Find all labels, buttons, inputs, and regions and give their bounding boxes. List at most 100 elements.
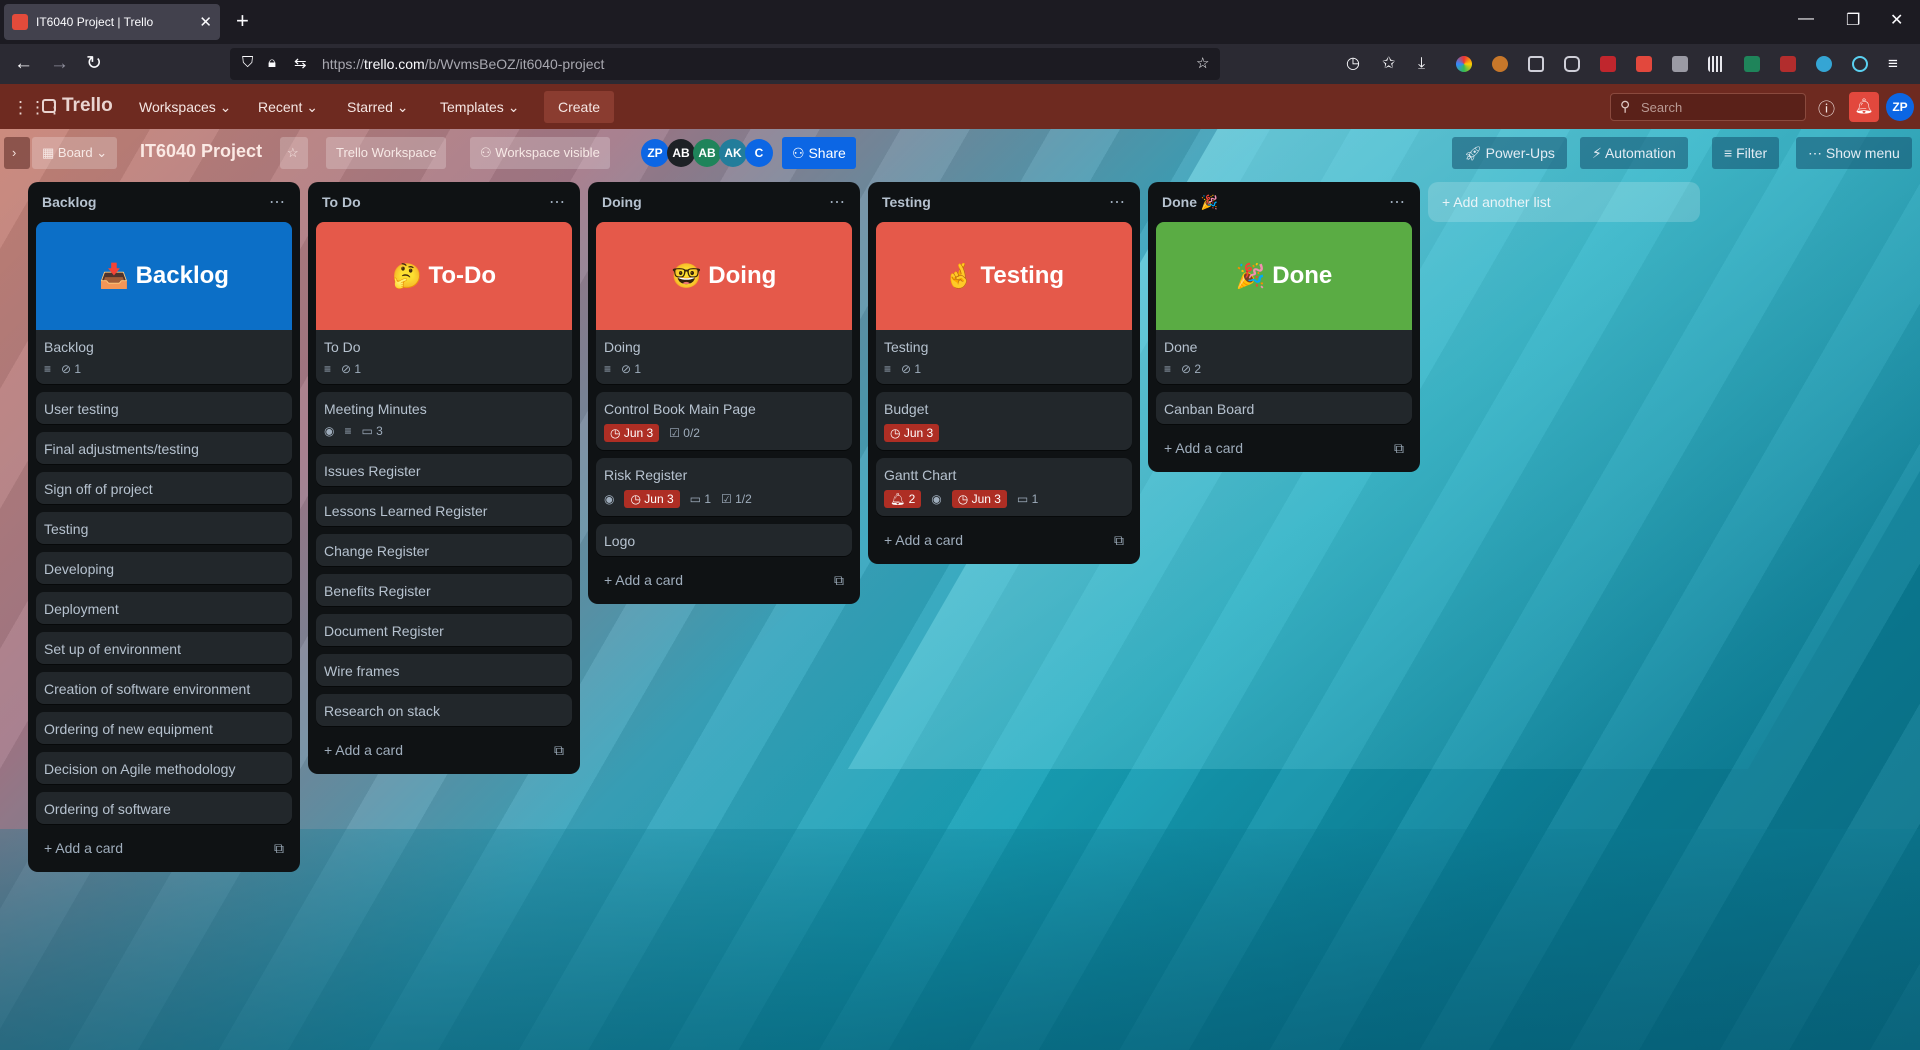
card[interactable]: Wire frames (316, 654, 572, 686)
badge-extension-icon[interactable] (1744, 56, 1760, 72)
card[interactable]: 🤔 To-Do To Do ≡ ⊘ 1 (316, 222, 572, 384)
workspaces-menu[interactable]: Workspaces ⌄ (139, 99, 231, 116)
monkey-extension-icon[interactable] (1492, 56, 1508, 72)
url-bar[interactable]: ⛉ 🔒︎ ⇆ https://trello.com/b/WvmsBeOZ/it6… (230, 48, 1220, 80)
expand-sidebar-icon[interactable]: › (4, 137, 30, 169)
browser-tab[interactable]: IT6040 Project | Trello ✕ (4, 4, 220, 40)
downloads-icon[interactable]: ⤓ (1418, 52, 1425, 76)
board-title[interactable]: IT6040 Project (140, 141, 262, 162)
search-extension-icon[interactable] (1528, 56, 1544, 72)
list-menu-icon[interactable]: ⋯ (549, 192, 566, 212)
shield-icon[interactable]: ⛉ (242, 54, 253, 71)
card[interactable]: 🎉 Done Done ≡ ⊘ 2 (1156, 222, 1412, 384)
list-menu-icon[interactable]: ⋯ (829, 192, 846, 212)
card[interactable]: Change Register (316, 534, 572, 566)
reader-extension-icon[interactable] (1564, 56, 1580, 72)
lock-icon[interactable]: 🔒︎ (268, 54, 276, 71)
forward-icon[interactable]: → (50, 52, 69, 76)
list-doing[interactable]: Doing ⋯ 🤓 Doing Doing ≡ ⊘ 1 Control Book M… (588, 182, 860, 604)
due-date-badge[interactable]: ◷ Jun 3 (604, 424, 660, 442)
power-ups-button[interactable]: 🚀︎ Power-Ups (1452, 137, 1567, 169)
react-extension-icon[interactable] (1852, 56, 1868, 72)
template-icon[interactable]: ⧉ (274, 840, 284, 857)
template-icon[interactable]: ⧉ (834, 572, 844, 589)
close-tab-icon[interactable]: ✕ (199, 13, 212, 31)
camera-extension-icon[interactable] (1636, 56, 1652, 72)
member-avatar[interactable]: ZP (641, 139, 669, 167)
card[interactable]: Risk Register ◉ ◷ Jun 3 ▭ 1 ☑ 1/2 (596, 458, 852, 516)
workspace-button[interactable]: Trello Workspace (326, 137, 447, 169)
card[interactable]: Set up of environment (36, 632, 292, 664)
star-board-icon[interactable]: ☆ (280, 137, 308, 169)
filter-button[interactable]: ≡ Filter (1712, 137, 1780, 169)
user-avatar[interactable]: ZP (1886, 93, 1914, 121)
template-icon[interactable]: ⧉ (1114, 532, 1124, 549)
list-title[interactable]: To Do (322, 194, 361, 210)
card[interactable]: Meeting Minutes ◉ ≡ ▭ 3 (316, 392, 572, 446)
history-icon[interactable]: ◷ (1346, 52, 1360, 76)
card[interactable]: Final adjustments/testing (36, 432, 292, 464)
card[interactable]: Canban Board (1156, 392, 1412, 424)
restore-icon[interactable]: ❐ (1846, 10, 1860, 30)
card[interactable]: Ordering of new equipment (36, 712, 292, 744)
card[interactable]: Ordering of software (36, 792, 292, 824)
library-icon[interactable] (1708, 56, 1724, 72)
member-avatar[interactable]: AB (693, 139, 721, 167)
member-avatar[interactable]: AB (667, 139, 695, 167)
card[interactable]: Creation of software environment (36, 672, 292, 704)
member-avatar[interactable]: AK (719, 139, 747, 167)
add-card-button[interactable]: + Add a card ⧉ (36, 832, 292, 864)
hamburger-menu-icon[interactable]: ≡ (1888, 52, 1898, 76)
w-extension-icon[interactable] (1780, 56, 1796, 72)
list-title[interactable]: Doing (602, 194, 642, 210)
card[interactable]: Developing (36, 552, 292, 584)
list-menu-icon[interactable]: ⋯ (1109, 192, 1126, 212)
card[interactable]: Testing (36, 512, 292, 544)
add-card-button[interactable]: + Add a card ⧉ (1156, 432, 1412, 464)
visibility-button[interactable]: ⚇ Workspace visible (470, 137, 610, 169)
permissions-icon[interactable]: ⇆ (294, 54, 307, 72)
card[interactable]: Decision on Agile methodology (36, 752, 292, 784)
card[interactable]: Document Register (316, 614, 572, 646)
add-card-button[interactable]: + Add a card ⧉ (876, 524, 1132, 556)
reading-list-icon[interactable]: ✩ (1382, 52, 1395, 76)
card[interactable]: User testing (36, 392, 292, 424)
show-menu-button[interactable]: ⋯ Show menu (1796, 137, 1912, 169)
card[interactable]: Research on stack (316, 694, 572, 726)
due-date-badge[interactable]: ◷ Jun 3 (951, 490, 1007, 508)
glasses-extension-icon[interactable] (1816, 56, 1832, 72)
add-another-list-button[interactable]: + Add another list (1428, 182, 1700, 222)
minimize-icon[interactable]: — (1798, 10, 1814, 28)
reload-icon[interactable]: ↻ (86, 52, 102, 76)
automation-button[interactable]: ⚡︎ Automation (1580, 137, 1688, 169)
due-date-badge[interactable]: ◷ Jun 3 (624, 490, 680, 508)
card[interactable]: Logo (596, 524, 852, 556)
list-backlog[interactable]: Backlog ⋯ 📥 Backlog Backlog ≡ ⊘ 1 User tes… (28, 182, 300, 872)
info-icon[interactable]: ⓘ (1818, 95, 1835, 120)
nd-extension-icon[interactable] (1600, 56, 1616, 72)
list-title[interactable]: Done 🎉 (1162, 194, 1218, 211)
search-input[interactable]: ⚲ Search (1610, 93, 1806, 121)
bookmark-star-icon[interactable]: ☆ (1196, 54, 1209, 72)
list-menu-icon[interactable]: ⋯ (269, 192, 286, 212)
list-title[interactable]: Backlog (42, 194, 96, 210)
notification-badge[interactable]: 🔔︎ 2 (884, 490, 922, 508)
add-card-button[interactable]: + Add a card ⧉ (596, 564, 852, 596)
recent-menu[interactable]: Recent ⌄ (258, 99, 318, 116)
card[interactable]: Deployment (36, 592, 292, 624)
share-button[interactable]: ⚇ Share (782, 137, 856, 169)
list-to-do[interactable]: To Do ⋯ 🤔 To-Do To Do ≡ ⊘ 1 Meeting Minute… (308, 182, 580, 774)
card[interactable]: Control Book Main Page ◷ Jun 3 ☑ 0/2 (596, 392, 852, 450)
add-card-button[interactable]: + Add a card ⧉ (316, 734, 572, 766)
card[interactable]: Lessons Learned Register (316, 494, 572, 526)
close-window-icon[interactable]: ✕ (1890, 10, 1903, 30)
card[interactable]: Benefits Register (316, 574, 572, 606)
template-icon[interactable]: ⧉ (1394, 440, 1404, 457)
notifications-bell-icon[interactable]: 🔔︎ (1849, 92, 1879, 122)
due-date-badge[interactable]: ◷ Jun 3 (884, 424, 940, 442)
list-title[interactable]: Testing (882, 194, 931, 210)
create-button[interactable]: Create (544, 91, 615, 123)
list-done[interactable]: Done 🎉 ⋯ 🎉 Done Done ≡ ⊘ 2 Canban Board + … (1148, 182, 1420, 472)
starred-menu[interactable]: Starred ⌄ (347, 99, 409, 116)
trello-logo[interactable]: Trello (42, 95, 113, 117)
